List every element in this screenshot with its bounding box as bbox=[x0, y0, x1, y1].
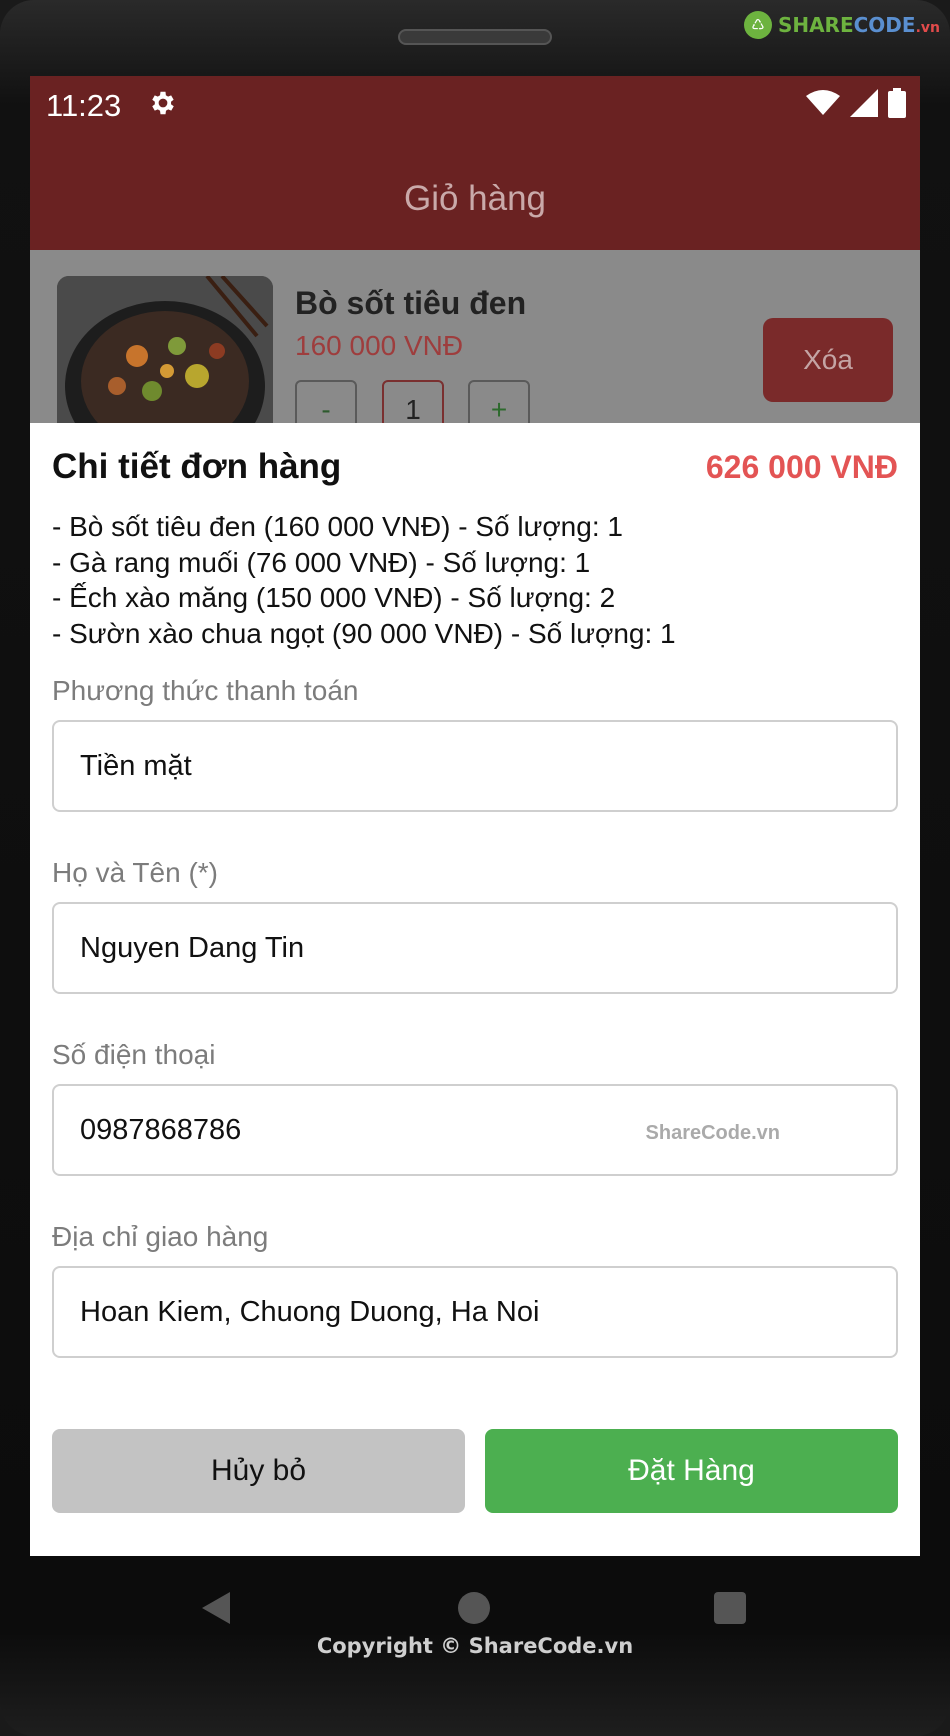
navigation-bar bbox=[0, 1556, 950, 1686]
copyright-watermark: Copyright © ShareCode.vn bbox=[316, 1634, 634, 1658]
sharecode-logo: ♺ SHARECODE.vn bbox=[743, 8, 940, 42]
status-bar: 11:23 bbox=[30, 76, 920, 148]
logo-code-text: CODE bbox=[853, 13, 916, 37]
full-name-value: Nguyen Dang Tin bbox=[80, 931, 305, 964]
address-label: Địa chỉ giao hàng bbox=[52, 1221, 269, 1252]
food-image bbox=[57, 276, 273, 436]
order-line: - Bò sốt tiêu đen (160 000 VNĐ) - Số lượ… bbox=[52, 511, 623, 542]
battery-icon bbox=[888, 88, 906, 118]
speaker-grille bbox=[398, 29, 552, 45]
sharecode-watermark: ShareCode.vn bbox=[645, 1122, 780, 1144]
address-field[interactable]: Hoan Kiem, Chuong Duong, Ha Noi bbox=[52, 1266, 898, 1358]
sheet-title: Chi tiết đơn hàng bbox=[52, 447, 342, 486]
status-icons bbox=[806, 88, 906, 118]
recent-apps-icon[interactable] bbox=[714, 1592, 746, 1624]
payment-method-value: Tiền mặt bbox=[80, 749, 192, 782]
signal-icon bbox=[850, 89, 878, 117]
home-icon[interactable] bbox=[458, 1592, 490, 1624]
full-name-field[interactable]: Nguyen Dang Tin bbox=[52, 902, 898, 994]
back-icon[interactable] bbox=[198, 1590, 234, 1626]
order-line: - Gà rang muối (76 000 VNĐ) - Số lượng: … bbox=[52, 546, 591, 578]
gear-icon bbox=[152, 91, 174, 115]
cart-item-name: Bò sốt tiêu đen bbox=[295, 285, 527, 321]
place-order-button[interactable]: Đặt Hàng bbox=[485, 1429, 898, 1513]
app-bar: Giỏ hàng bbox=[30, 148, 920, 250]
wifi-icon bbox=[806, 90, 840, 115]
address-value: Hoan Kiem, Chuong Duong, Ha Noi bbox=[80, 1295, 540, 1328]
cart-item-price: 160 000 VNĐ bbox=[295, 330, 464, 361]
order-total: 626 000 VNĐ bbox=[705, 449, 898, 485]
recycle-icon: ♺ bbox=[743, 11, 772, 39]
logo-share-text: SHARE bbox=[777, 13, 854, 37]
full-name-label: Họ và Tên (*) bbox=[52, 857, 218, 888]
phone-value: 0987868786 bbox=[80, 1113, 242, 1146]
cancel-button[interactable]: Hủy bỏ bbox=[52, 1429, 465, 1513]
app-screen: 11:23 Giỏ hàng Bò sốt tiêu đen 160 000 V… bbox=[30, 76, 920, 1556]
order-line: - Sườn xào chua ngọt (90 000 VNĐ) - Số l… bbox=[52, 617, 676, 649]
food-photo-illustration bbox=[57, 276, 273, 436]
order-detail-sheet: Chi tiết đơn hàng 626 000 VNĐ - Bò sốt t… bbox=[30, 423, 920, 1556]
phone-field[interactable]: 0987868786 ShareCode.vn bbox=[52, 1084, 898, 1176]
order-lines: - Bò sốt tiêu đen (160 000 VNĐ) - Số lượ… bbox=[52, 509, 902, 651]
payment-method-field[interactable]: Tiền mặt bbox=[52, 720, 898, 812]
app-title: Giỏ hàng bbox=[403, 179, 547, 218]
logo-tld-text: .vn bbox=[915, 20, 940, 36]
phone-label: Số điện thoại bbox=[52, 1039, 216, 1070]
payment-method-label: Phương thức thanh toán bbox=[52, 675, 359, 706]
delete-item-button[interactable]: Xóa bbox=[763, 318, 893, 402]
status-time: 11:23 bbox=[46, 88, 122, 123]
order-line: - Ếch xào măng (150 000 VNĐ) - Số lượng:… bbox=[52, 582, 616, 613]
